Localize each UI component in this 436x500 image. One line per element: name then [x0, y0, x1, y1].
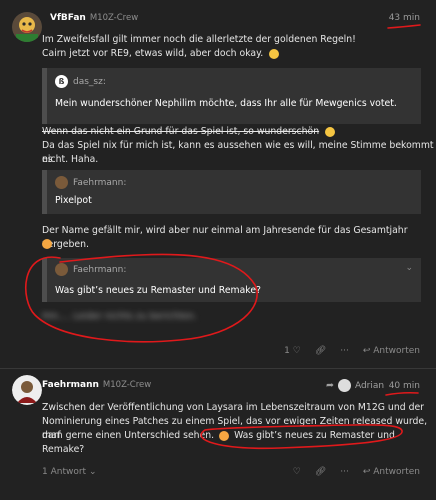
reply-button[interactable]: ↩ Antworten: [363, 346, 420, 356]
post-text-line: [42, 237, 52, 251]
post-text-line: man gerne einen Unterschied sehen. Was g…: [42, 429, 436, 457]
more-icon[interactable]: ···: [340, 467, 349, 477]
quote-avatar[interactable]: [55, 263, 68, 276]
spoiler-text[interactable]: Hm…. Leider nichts zu berichten.: [42, 310, 197, 324]
quote-avatar[interactable]: [55, 176, 68, 189]
post-text-line: nicht. Haha.: [42, 154, 99, 165]
post-faehrmann: Faehrmann M10Z-Crew ➦ Adrian 40 min Zwis…: [0, 370, 436, 500]
quote-text: Mein wunderschöner Nephilim möchte, dass…: [55, 98, 397, 109]
avatar[interactable]: [12, 375, 42, 405]
like-count[interactable]: 1 ♡: [284, 346, 301, 356]
reply-icon: ↩: [362, 346, 371, 356]
more-icon[interactable]: ···: [340, 346, 349, 356]
quote-author[interactable]: Faehrmann:: [73, 265, 126, 275]
link-icon[interactable]: 🔗︎: [315, 346, 326, 356]
link-icon[interactable]: 🔗︎: [315, 467, 326, 477]
reply-icon: ↩: [362, 467, 371, 477]
post-time[interactable]: 43 min: [389, 13, 420, 23]
quote-block: ß das_sz: Mein wunderschöner Nephilim mö…: [42, 68, 421, 124]
post-vfbfan: VfBFan M10Z-Crew 43 min Im Zweifelsfall …: [0, 0, 436, 370]
reply-label: Antworten: [373, 467, 420, 477]
username[interactable]: VfBFan: [50, 13, 86, 23]
quote-block: Faehrmann: ⌄ Was gibt’s neues zu Remaste…: [42, 258, 421, 302]
replies-toggle[interactable]: 1 Antwort ⌄: [42, 467, 97, 477]
reply-to-user[interactable]: Adrian: [355, 381, 384, 391]
post-text-line: Der Name gefällt mir, wird aber nur einm…: [42, 225, 408, 250]
post-text-line: Da das Spiel nix für mich ist, kann es a…: [42, 140, 434, 165]
post-text-line: Zwischen der Veröffentlichung von Laysar…: [42, 402, 425, 413]
post-time[interactable]: 40 min: [389, 381, 420, 391]
reply-label: Antworten: [373, 346, 420, 356]
emoji-icon: [325, 126, 336, 137]
heart-icon[interactable]: ♡: [293, 346, 301, 356]
post-text: Cairn jetzt vor RE9, etwas wild, aber do…: [42, 48, 264, 59]
reply-to-icon: ➦: [326, 380, 334, 391]
quote-block: Faehrmann: Pixelpot: [42, 170, 421, 214]
quote-text: Was gibt’s neues zu Remaster und Remake?: [55, 285, 261, 296]
quote-text: Pixelpot: [55, 195, 92, 206]
like-count-value: 1: [284, 346, 290, 356]
emoji-icon: [219, 430, 230, 441]
emoji-icon: [42, 238, 52, 249]
chevron-down-icon: ⌄: [88, 467, 97, 477]
post-text-line: Im Zweifelsfall gilt immer noch die alle…: [42, 34, 356, 45]
emoji-icon: [269, 48, 280, 59]
divider: [0, 368, 436, 369]
reply-button[interactable]: ↩ Antworten: [363, 467, 420, 477]
avatar[interactable]: [12, 12, 42, 42]
quote-avatar[interactable]: ß: [55, 75, 68, 88]
strikethrough-text: Wenn das nicht ein Grund für das Spiel i…: [42, 126, 320, 137]
quote-author[interactable]: Faehrmann:: [73, 178, 126, 188]
post-text-line: Wenn das nicht ein Grund für das Spiel i…: [42, 125, 336, 139]
username[interactable]: Faehrmann: [42, 380, 99, 390]
post-text: man gerne einen Unterschied sehen.: [42, 430, 215, 441]
user-title: M10Z-Crew: [89, 13, 139, 23]
quote-author[interactable]: das_sz:: [73, 77, 106, 87]
chevron-down-icon[interactable]: ⌄: [405, 263, 413, 273]
user-title: M10Z-Crew: [102, 380, 152, 390]
post-text-line: Cairn jetzt vor RE9, etwas wild, aber do…: [42, 47, 280, 61]
replies-label: 1 Antwort: [42, 467, 87, 477]
reply-to-avatar[interactable]: [337, 379, 351, 392]
heart-icon[interactable]: ♡: [293, 467, 301, 477]
